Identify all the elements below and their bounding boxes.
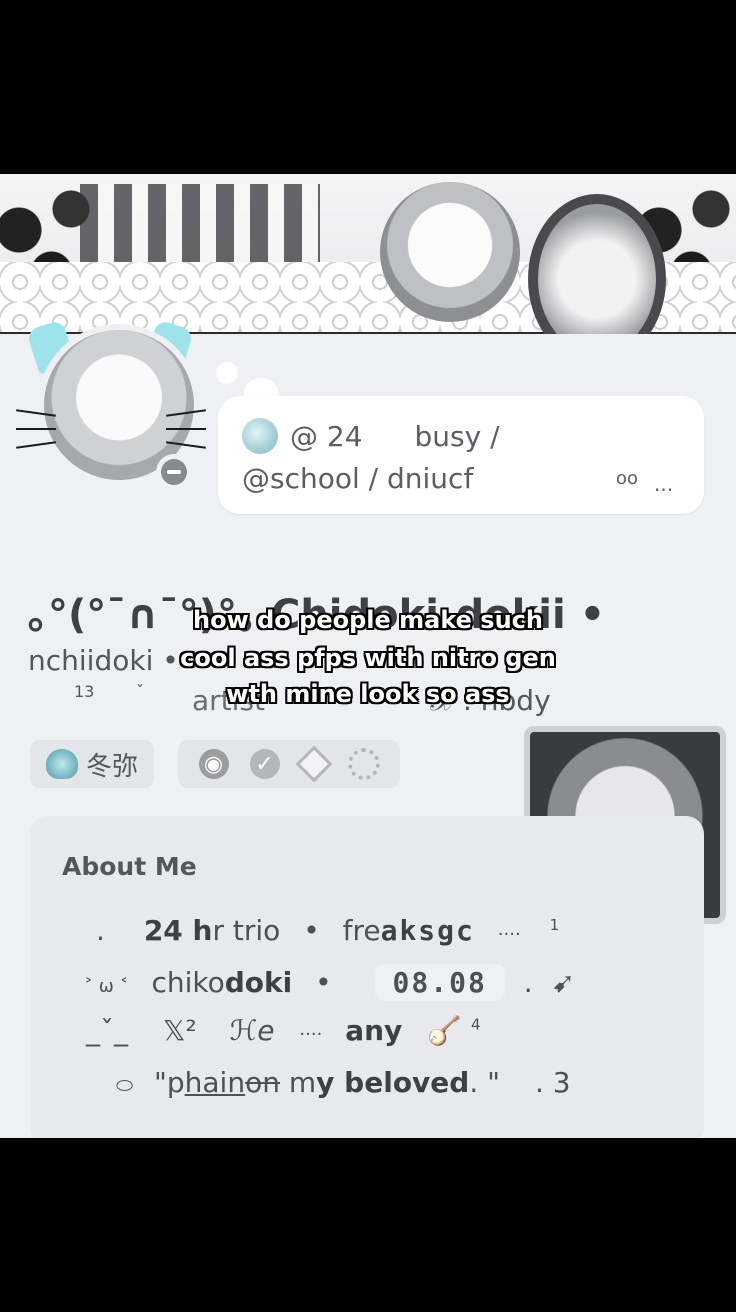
about-aksgc: aksgc: [380, 914, 475, 947]
sub-v: ˇ: [136, 682, 144, 701]
banner-stripes: [80, 184, 320, 274]
video-caption-line1: how do people make such: [193, 606, 543, 634]
video-caption-line2: cool ass pfps with nitro gen: [180, 644, 556, 672]
about-me-title: About Me: [62, 852, 197, 881]
about-date: 08.08: [374, 964, 505, 1001]
about-y: y: [316, 1066, 335, 1099]
whisker-icon: [16, 428, 56, 430]
harp-icon: 🪕: [427, 1014, 463, 1047]
about-row-2: ˃ ω ˂ chikodoki • 08.08 . ➹: [84, 964, 575, 1001]
about-v: _ˇ_: [86, 1014, 128, 1047]
about-he: ℋe: [229, 1014, 275, 1047]
globe-icon: [242, 418, 278, 454]
about-chi: chiko: [151, 966, 225, 999]
about-row-4: ⬭ "phainon my beloved. " . 3: [116, 1066, 571, 1099]
whisker-icon: [166, 428, 206, 430]
about-sup3: 4: [471, 1015, 481, 1034]
server-tag-label: 冬弥: [86, 751, 139, 782]
about-end: . 3: [534, 1066, 571, 1099]
profile-banner: [0, 174, 736, 334]
arrow-icon: ➹: [551, 966, 576, 999]
laurel-badge-icon[interactable]: [347, 748, 380, 780]
profile-screen: @ 24 busy / @school / dniucf oo ... ｡°(°…: [0, 174, 736, 1138]
status-line1-b: busy /: [414, 419, 500, 453]
sub-number: 13: [74, 682, 95, 701]
about-fre: fre: [342, 914, 381, 947]
about-q1: "p: [154, 1066, 185, 1099]
nitro-badge-icon[interactable]: ◉: [198, 749, 229, 779]
about-sup: 1: [549, 915, 560, 934]
about-row-1: . 24 hr trio • freaksgc ···· 1: [96, 914, 559, 947]
status-more: ...: [654, 472, 674, 496]
custom-status-card[interactable]: @ 24 busy / @school / dniucf oo ...: [218, 396, 704, 514]
check-badge-icon[interactable]: ✓: [249, 749, 280, 779]
status-line1-a: @ 24: [290, 419, 363, 453]
diamond-badge-icon[interactable]: [295, 745, 332, 783]
about-dot2: .: [523, 966, 533, 999]
thought-bubble-small: [216, 362, 238, 384]
about-q2: . ": [469, 1066, 501, 1099]
about-row-3: _ˇ_ 𝕏² ℋe ···· any 🪕 4: [86, 1014, 481, 1047]
about-hain: hain: [184, 1066, 246, 1099]
video-caption-line3: wth mine look so ass: [226, 680, 510, 708]
oval-icon: ⬭: [116, 1073, 134, 1097]
status-oo: oo: [616, 468, 639, 489]
status-line2: @school / dniucf: [242, 462, 474, 495]
about-dot: .: [96, 914, 105, 947]
about-on: on: [245, 1066, 280, 1099]
about-doki: doki: [224, 966, 293, 999]
about-sep2: •: [315, 966, 332, 999]
cat-icon: [46, 749, 78, 779]
about-dashes3: ····: [299, 1024, 323, 1045]
about-any: any: [345, 1014, 403, 1047]
about-face: ˃ ω ˂: [84, 976, 129, 997]
about-m: m: [279, 1066, 317, 1099]
badge-row: ◉ ✓: [178, 740, 400, 788]
banner-character: [380, 182, 520, 322]
about-dashes: ····: [497, 924, 521, 945]
about-beloved: beloved: [334, 1066, 470, 1099]
about-me-section: About Me . 24 hr trio • freaksgc ···· 1 …: [30, 816, 704, 1138]
about-sep: •: [303, 914, 320, 947]
about-x: 𝕏²: [162, 1014, 197, 1047]
dnd-status-icon: [156, 454, 192, 490]
about-rest: r trio: [212, 914, 281, 947]
about-bold: 24 h: [143, 914, 213, 947]
server-tag[interactable]: 冬弥: [30, 740, 155, 788]
